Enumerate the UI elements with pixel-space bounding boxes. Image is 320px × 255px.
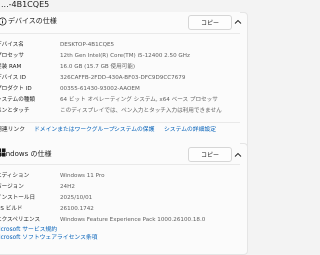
spec-value: Windows 11 Pro	[60, 173, 105, 179]
spec-key: インストール日	[0, 195, 36, 201]
link-domain-workgroup[interactable]: ドメインまたはワークグループ	[34, 126, 115, 134]
info-icon	[0, 17, 7, 26]
spec-value: 64 ビット オペレーティング システム, x64 ベース プロセッサ	[60, 97, 218, 103]
spec-value: 2025/10/01	[60, 195, 93, 201]
spec-key: システムの種類	[0, 97, 35, 103]
device-spec-header[interactable]: デバイスの仕様 コピー	[0, 12, 242, 32]
windows-spec-header[interactable]: Windows の仕様 コピー	[0, 143, 242, 163]
spec-key: 実装 RAM	[0, 64, 22, 70]
spec-key: エクスペリエンス	[0, 217, 41, 223]
device-name-title: ...-4B1CQE5	[1, 0, 50, 9]
related-links-label: 関連リンク	[0, 127, 25, 133]
link-microsoft-services-agreement[interactable]: Microsoft サービス規約	[0, 226, 57, 234]
copy-button[interactable]: コピー	[188, 147, 232, 162]
spec-value: 16.0 GB (15.7 GB 使用可能)	[60, 64, 136, 70]
spec-key: OS ビルド	[0, 206, 23, 212]
spec-value: 12th Gen Intel(R) Core(TM) i5-12400 2.50…	[60, 53, 190, 59]
link-microsoft-software-license-terms[interactable]: Microsoft ソフトウェアライセンス条項	[0, 234, 97, 242]
spec-key: エディション	[0, 173, 30, 179]
windows-spec-title: Windows の仕様	[0, 150, 52, 158]
spec-value: このディスプレイでは、ペン入力とタッチ入力は利用できません	[60, 108, 222, 114]
spec-value: 326CAFFB-2FDD-430A-BF03-DFC9D9CC7679	[60, 75, 186, 81]
spec-key: デバイス ID	[0, 75, 26, 81]
divider	[0, 164, 240, 165]
spec-value: 26100.1742	[60, 206, 94, 212]
spec-key: プロダクト ID	[0, 86, 32, 92]
chevron-up-icon[interactable]	[234, 151, 242, 159]
link-advanced-system-settings[interactable]: システムの詳細設定	[164, 126, 216, 134]
copy-button[interactable]: コピー	[188, 15, 232, 30]
spec-value: Windows Feature Experience Pack 1000.261…	[60, 217, 206, 223]
link-system-protection[interactable]: システムの保護	[114, 126, 154, 134]
spec-key: ペンとタッチ	[0, 108, 30, 114]
spec-key: プロセッサ	[0, 53, 24, 59]
spec-value: 00355-61430-93002-AAOEM	[60, 86, 140, 92]
spec-key: バージョン	[0, 184, 24, 190]
chevron-up-icon[interactable]	[234, 18, 242, 26]
divider	[0, 33, 240, 34]
spec-value: 24H2	[60, 184, 75, 190]
divider	[0, 122, 240, 123]
spec-value: DESKTOP-4B1CQE5	[60, 42, 115, 48]
device-spec-title: デバイスの仕様	[8, 17, 57, 25]
spec-key: デバイス名	[0, 42, 24, 48]
